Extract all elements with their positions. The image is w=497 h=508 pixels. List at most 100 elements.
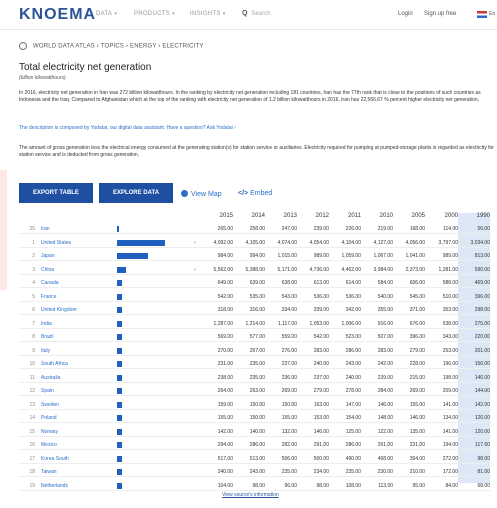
year-header[interactable]: 2014 bbox=[233, 213, 265, 219]
value-cell: 172.00 bbox=[442, 469, 458, 475]
year-header[interactable]: 2015 bbox=[201, 213, 233, 219]
ranking-bar bbox=[117, 442, 122, 448]
value-cell: 490.00 bbox=[345, 455, 361, 462]
country-link[interactable]: France bbox=[41, 292, 57, 302]
value-cell: 215.00 bbox=[409, 374, 425, 381]
value-cell: 269.00 bbox=[409, 388, 425, 394]
year-header[interactable]: 2013 bbox=[265, 213, 297, 219]
nav-products[interactable]: PRODUCTS ▾ bbox=[134, 11, 175, 17]
value-cell: 258.00 bbox=[249, 226, 265, 232]
value-cell: 276.00 bbox=[281, 347, 297, 354]
top-bar: KNOEMA DATA ▾ PRODUCTS ▾ INSIGHTS ▾ Q Search… bbox=[0, 0, 497, 30]
country-link[interactable]: Netherlands bbox=[41, 481, 68, 491]
value-cell: 506.00 bbox=[281, 455, 297, 462]
value-cell: 96.00 bbox=[284, 482, 297, 489]
country-link[interactable]: Poland bbox=[41, 413, 57, 423]
value-cell: 269.00 bbox=[281, 388, 297, 394]
nav-insights[interactable]: INSIGHTS ▾ bbox=[190, 11, 226, 17]
value-cell: 3,034.00 bbox=[470, 239, 490, 246]
country-link[interactable]: South Africa bbox=[41, 359, 68, 369]
country-link[interactable]: Taiwan bbox=[41, 467, 57, 477]
country-link[interactable]: Italy bbox=[41, 346, 50, 356]
explore-data-button[interactable]: EXPLORE DATA bbox=[99, 183, 173, 203]
value-cell: 500.00 bbox=[313, 455, 329, 462]
country-link[interactable]: Canada bbox=[41, 278, 59, 288]
embed-link[interactable]: </> Embed bbox=[238, 190, 272, 197]
value-cell: 155.00 bbox=[281, 415, 297, 421]
value-cell: 237.00 bbox=[281, 361, 297, 367]
value-cell: 286.00 bbox=[249, 442, 265, 448]
country-link[interactable]: Korea South bbox=[41, 454, 69, 464]
ranking-bar bbox=[117, 361, 122, 367]
page-title: Total electricity net generation bbox=[19, 62, 152, 73]
signup-link[interactable]: Sign up free bbox=[424, 11, 456, 17]
value-cell: 270.00 bbox=[217, 347, 233, 354]
login-link[interactable]: Login bbox=[398, 11, 413, 17]
flag-icon[interactable] bbox=[477, 11, 487, 18]
value-cell: 146.00 bbox=[474, 374, 490, 381]
value-cell: 282.00 bbox=[281, 442, 297, 448]
country-link[interactable]: Japan bbox=[41, 251, 55, 261]
country-link[interactable]: China bbox=[41, 265, 54, 275]
year-header[interactable]: 1990 bbox=[458, 213, 490, 219]
country-link[interactable]: Sweden bbox=[41, 400, 59, 410]
value-cell: 146.00 bbox=[313, 428, 329, 435]
country-link[interactable]: India bbox=[41, 319, 52, 329]
country-link[interactable]: Spain bbox=[41, 386, 54, 396]
view-map-link[interactable]: View Map bbox=[181, 190, 222, 198]
value-cell: 559.00 bbox=[281, 334, 297, 340]
value-cell: 240.00 bbox=[217, 469, 233, 475]
globe-icon bbox=[181, 190, 188, 197]
table-row: 10 South Africa 231.00 235.00 237.00 240.00 24… bbox=[19, 359, 491, 369]
table-row: 3 China › 5,562.00 5,388.00 5,171.00 4,736.00 4… bbox=[19, 265, 491, 275]
breadcrumb[interactable]: WORLD DATA ATLAS › TOPICS › ENERGY › ELE… bbox=[19, 42, 204, 50]
year-header[interactable]: 2005 bbox=[393, 213, 425, 219]
year-header[interactable]: 2010 bbox=[361, 213, 393, 219]
ranking-bar bbox=[117, 428, 122, 435]
value-cell: 267.00 bbox=[249, 347, 265, 354]
value-cell: 577.00 bbox=[249, 334, 265, 340]
yodatai-link[interactable]: The description is composed by Yodatai, … bbox=[19, 125, 236, 131]
nav-data[interactable]: DATA ▾ bbox=[96, 11, 117, 17]
country-link[interactable]: United States bbox=[41, 238, 71, 248]
source-info-link[interactable]: View source's information bbox=[222, 492, 279, 498]
value-cell: 279.00 bbox=[409, 347, 425, 354]
language-select[interactable]: En bbox=[489, 11, 495, 17]
value-cell: 141.00 bbox=[442, 428, 458, 435]
value-cell: 125.00 bbox=[345, 428, 361, 435]
country-link[interactable]: Norway bbox=[41, 427, 58, 437]
value-cell: 146.00 bbox=[377, 401, 393, 408]
rank-cell: 14 bbox=[29, 415, 35, 421]
side-decoration bbox=[0, 170, 7, 290]
value-cell: 355.00 bbox=[377, 307, 393, 313]
export-table-button[interactable]: EXPORT TABLE bbox=[19, 183, 93, 203]
value-cell: 676.00 bbox=[409, 320, 425, 327]
table-row: 15 Norway 142.00 140.00 132.00 146.00 125.00 12… bbox=[19, 427, 491, 437]
value-cell: 1,041.00 bbox=[405, 253, 425, 259]
country-link[interactable]: United Kingdom bbox=[41, 305, 77, 315]
country-link[interactable]: Mexico bbox=[41, 440, 57, 450]
country-link[interactable]: Australia bbox=[41, 373, 60, 383]
value-cell: 148.00 bbox=[377, 415, 393, 421]
value-cell: 513.00 bbox=[249, 455, 265, 462]
country-link[interactable]: Iran bbox=[41, 224, 50, 234]
value-cell: 396.00 bbox=[474, 293, 490, 300]
knoema-logo[interactable]: KNOEMA bbox=[19, 6, 96, 24]
value-cell: 239.00 bbox=[377, 374, 393, 381]
value-cell: 228.00 bbox=[409, 361, 425, 367]
value-cell: 3,984.00 bbox=[373, 266, 393, 273]
value-cell: 150.00 bbox=[249, 401, 265, 408]
value-cell: 294.00 bbox=[217, 442, 233, 448]
value-cell: 247.00 bbox=[281, 226, 297, 232]
value-cell: 140.00 bbox=[249, 428, 265, 435]
definition-paragraph: The amount of gross generation less the … bbox=[19, 145, 494, 159]
country-link[interactable]: Brazil bbox=[41, 332, 54, 342]
search-input[interactable]: Q Search bbox=[242, 10, 270, 17]
value-cell: 1,287.00 bbox=[213, 320, 233, 327]
year-header[interactable]: 2011 bbox=[329, 213, 361, 219]
year-header[interactable]: 2000 bbox=[426, 213, 458, 219]
year-header[interactable]: 2012 bbox=[297, 213, 329, 219]
value-cell: 144.00 bbox=[474, 388, 490, 394]
value-cell: 469.00 bbox=[474, 280, 490, 286]
value-cell: 298.00 bbox=[474, 307, 490, 313]
